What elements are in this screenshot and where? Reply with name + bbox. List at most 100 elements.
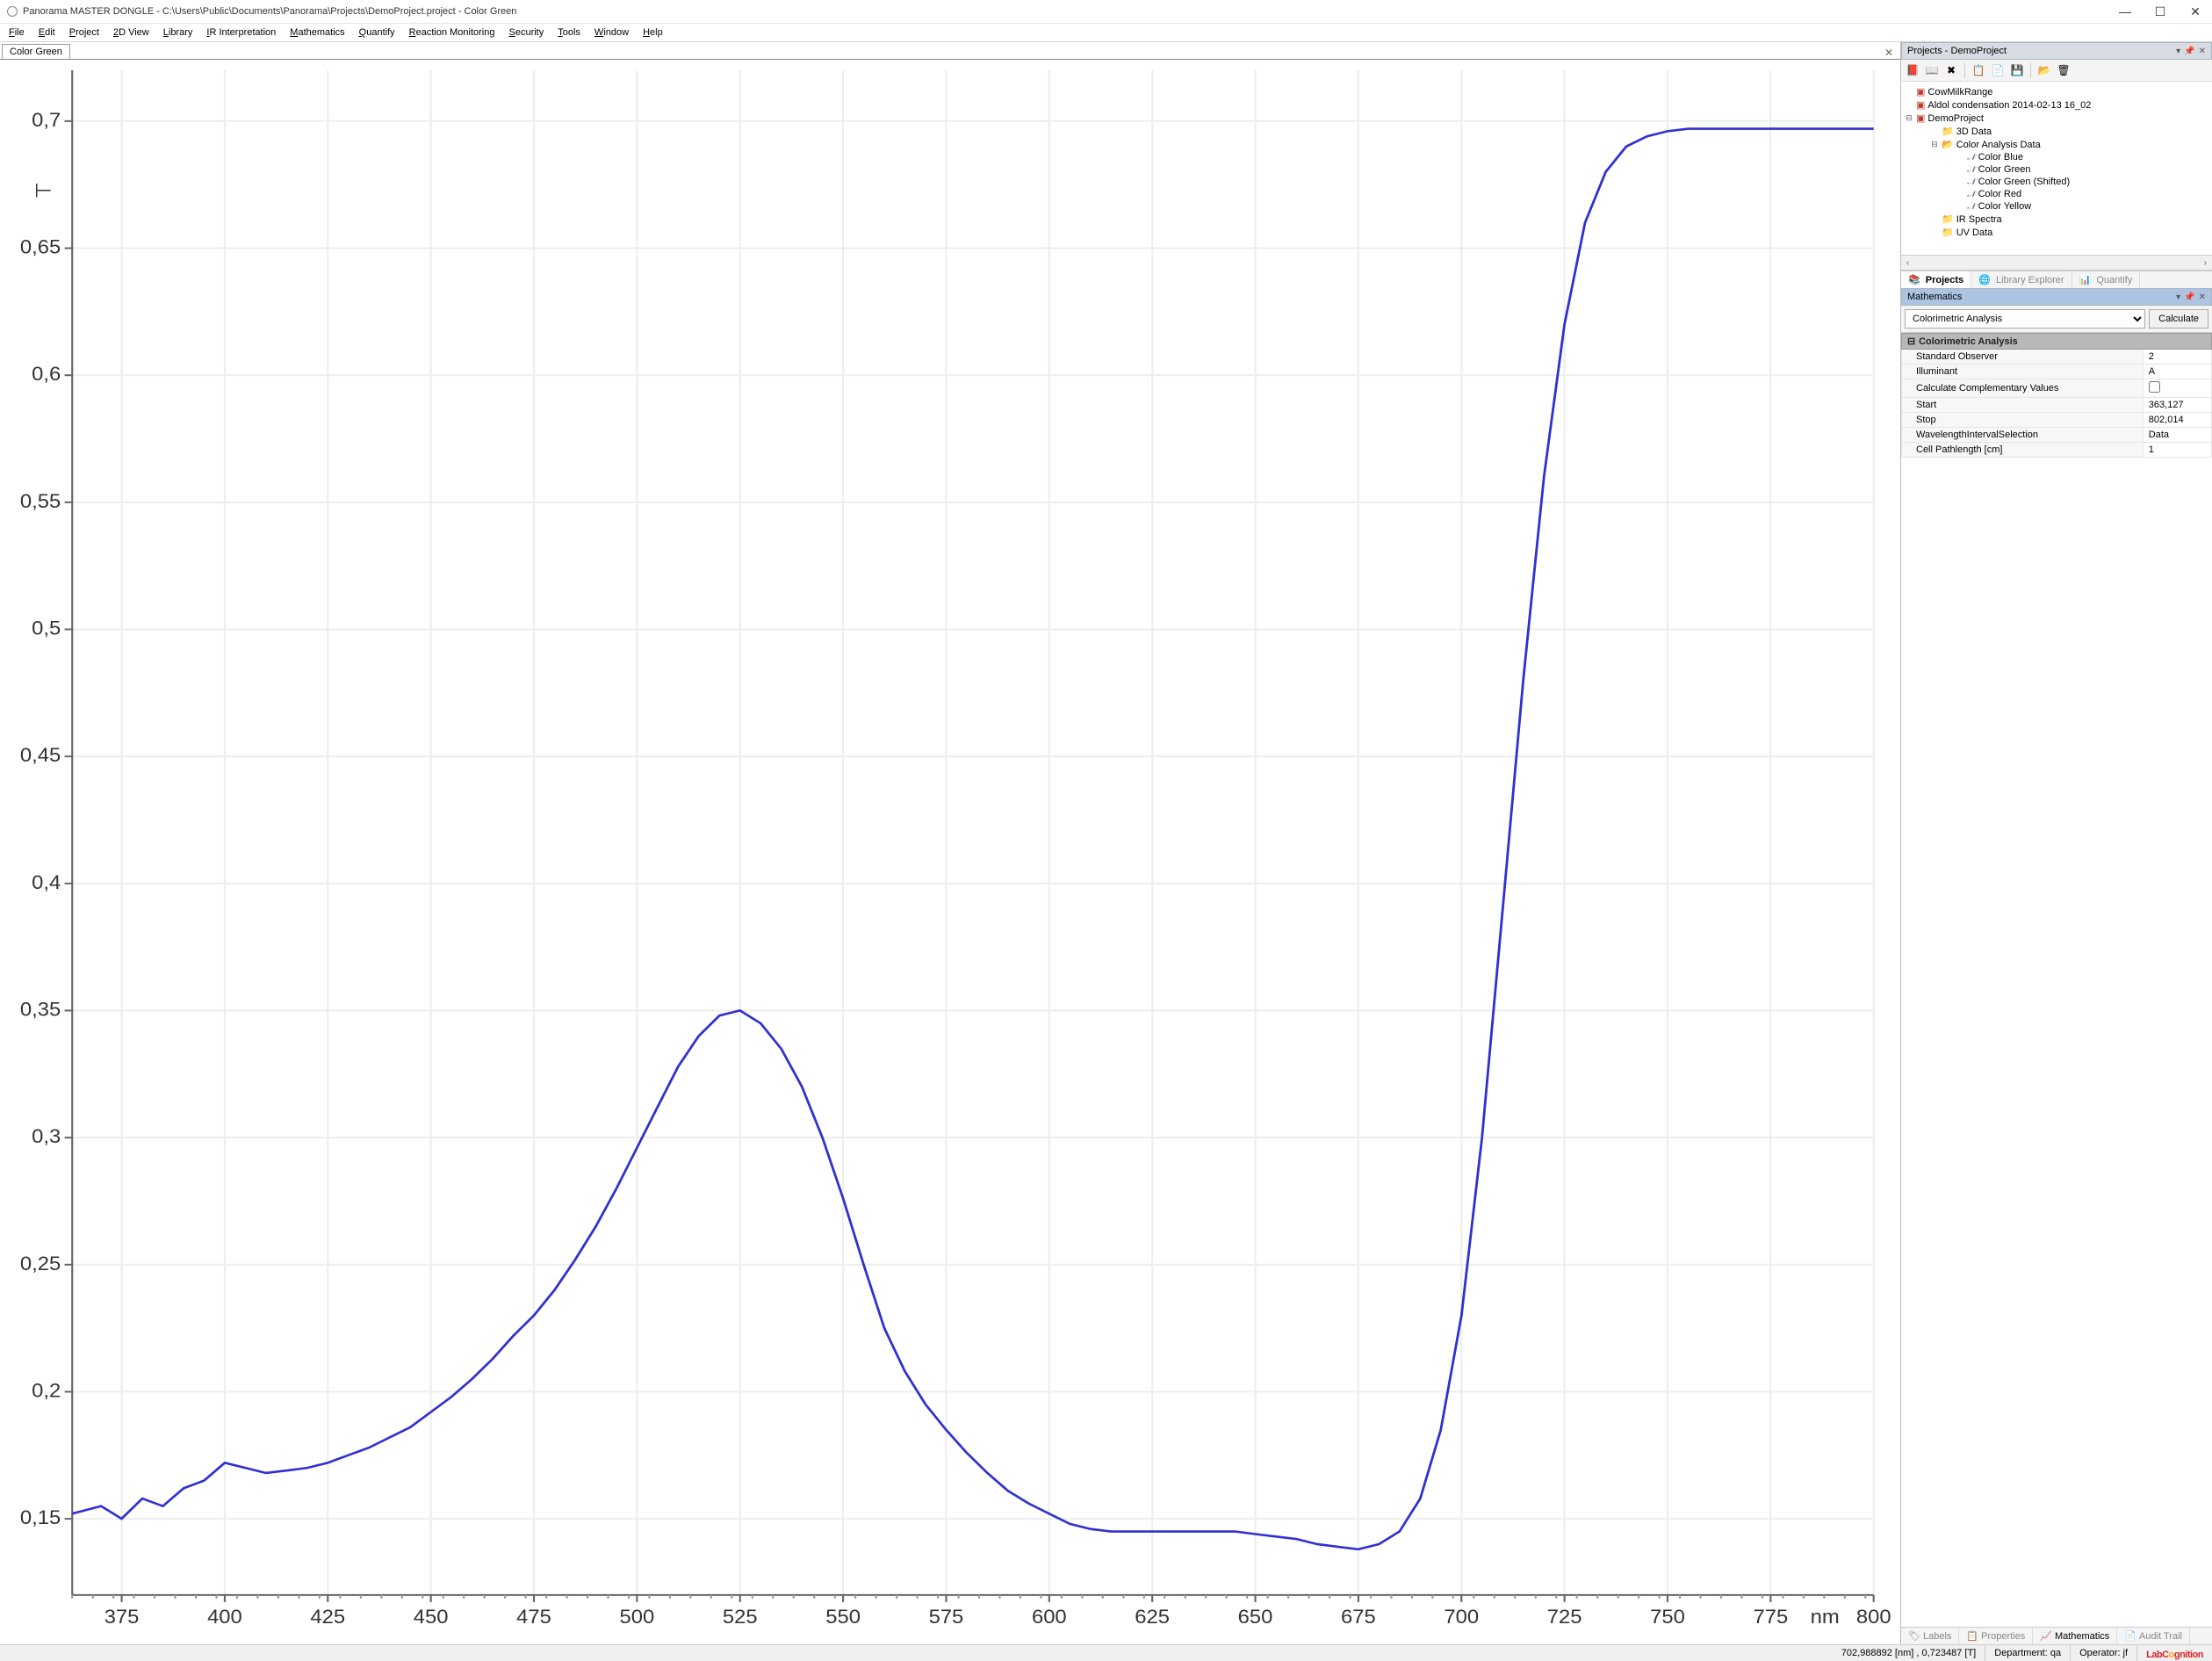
svg-text:600: 600 <box>1032 1606 1067 1628</box>
projects-toolbar: 📕 📖 ✖ 📋 📄 💾 📂 🗑 <box>1901 60 2212 82</box>
tree-item[interactable]: 📂 Color Analysis Data <box>1930 138 2070 151</box>
prop-value[interactable]: A <box>2143 365 2211 379</box>
mathematics-panel-header: Mathematics ▾ 📌 ✕ <box>1901 288 2212 306</box>
panel-close-icon[interactable]: ✕ <box>2199 47 2206 56</box>
document-tab[interactable]: Color Green <box>2 44 70 59</box>
projects-panel-title: Projects - DemoProject <box>1907 46 2007 56</box>
svg-text:800: 800 <box>1856 1606 1891 1628</box>
svg-text:0,3: 0,3 <box>32 1125 61 1147</box>
tree-item[interactable]: ▣ Aldol condensation 2014-02-13 16_02 <box>1905 98 2212 112</box>
prop-checkbox[interactable] <box>2149 381 2160 393</box>
calculate-button[interactable]: Calculate <box>2149 309 2208 329</box>
panel-dropdown-icon[interactable]: ▾ <box>2176 47 2180 56</box>
menu-library[interactable]: Library <box>163 27 193 38</box>
menu-security[interactable]: Security <box>508 27 544 38</box>
projects-tree[interactable]: ▣ CowMilkRange▣ Aldol condensation 2014-… <box>1901 82 2212 255</box>
open-folder-icon[interactable]: 📂 <box>2036 62 2052 78</box>
export-icon[interactable]: 💾 <box>2009 62 2025 78</box>
method-properties[interactable]: ⊟ Colorimetric Analysis Standard Observe… <box>1901 333 2212 1627</box>
delete-project-icon[interactable]: ✖ <box>1943 62 1959 78</box>
statusbar: 702,988892 [nm] , 0,723487 [T] Departmen… <box>0 1644 2212 1661</box>
brand-logo: LabCognition <box>2137 1646 2212 1661</box>
tab-audit-trail[interactable]: 📄 Audit Trail <box>2117 1628 2190 1644</box>
prop-name: Stop <box>1902 413 2144 428</box>
svg-text:525: 525 <box>723 1606 758 1628</box>
svg-text:775: 775 <box>1753 1606 1788 1628</box>
prop-name: Start <box>1902 398 2144 413</box>
menu-project[interactable]: Project <box>69 27 99 38</box>
menu-2d-view[interactable]: 2D View <box>113 27 149 38</box>
panel-pin-icon[interactable]: 📌 <box>2184 47 2194 56</box>
document-tabstrip: Color Green ✕ <box>0 42 1900 59</box>
tree-item[interactable]: 𝒩 Color Yellow <box>1956 200 2070 213</box>
tree-item[interactable]: ▣ DemoProject <box>1905 112 2212 125</box>
remove-folder-icon[interactable]: 🗑 <box>2056 62 2071 78</box>
menu-window[interactable]: Window <box>594 27 629 38</box>
scroll-right-icon[interactable]: › <box>2199 258 2212 268</box>
prop-value[interactable]: 1 <box>2143 443 2211 458</box>
tree-scrollbar[interactable]: ‹ › <box>1901 255 2212 271</box>
tree-item[interactable]: 𝒩 Color Green <box>1956 163 2070 176</box>
svg-text:700: 700 <box>1444 1606 1479 1628</box>
menu-quantify[interactable]: Quantify <box>359 27 395 38</box>
projects-tabbar: 📚 Projects 🌐 Library Explorer 📊 Quantify <box>1901 271 2212 288</box>
math-close-icon[interactable]: ✕ <box>2199 292 2206 302</box>
menu-edit[interactable]: Edit <box>39 27 55 38</box>
svg-text:750: 750 <box>1650 1606 1685 1628</box>
prop-value[interactable]: 363,127 <box>2143 398 2211 413</box>
projects-panel-header: Projects - DemoProject ▾ 📌 ✕ <box>1901 42 2212 60</box>
svg-text:550: 550 <box>825 1606 861 1628</box>
prop-name: Illuminant <box>1902 365 2144 379</box>
prop-value[interactable]: 2 <box>2143 350 2211 365</box>
svg-text:0,45: 0,45 <box>20 744 61 766</box>
minimize-button[interactable]: — <box>2115 4 2135 19</box>
prop-value[interactable] <box>2143 379 2211 398</box>
menubar: File Edit Project 2D View Library IR Interpre… <box>0 24 2212 42</box>
tree-item[interactable]: 𝒩 Color Green (Shifted) <box>1956 176 2070 188</box>
tree-item[interactable]: ▣ CowMilkRange <box>1905 85 2212 98</box>
svg-text:nm: nm <box>1811 1606 1840 1628</box>
menu-mathematics[interactable]: Mathematics <box>290 27 344 38</box>
prop-value[interactable]: 802,014 <box>2143 413 2211 428</box>
svg-text:0,25: 0,25 <box>20 1253 61 1275</box>
tree-item[interactable]: 📁 IR Spectra <box>1930 213 2070 226</box>
spectrum-chart[interactable]: 3754004254504755005255505756006256506757… <box>0 59 1900 1644</box>
svg-text:650: 650 <box>1238 1606 1273 1628</box>
tab-mathematics[interactable]: 📈 Mathematics <box>2033 1628 2117 1644</box>
mathematics-panel-title: Mathematics <box>1907 292 1962 302</box>
tree-item[interactable]: 𝒩 Color Blue <box>1956 151 2070 163</box>
tab-library-explorer[interactable]: 🌐 Library Explorer <box>1971 271 2071 288</box>
svg-text:375: 375 <box>104 1606 140 1628</box>
document-close-button[interactable]: ✕ <box>1879 47 1899 59</box>
close-button[interactable]: ✕ <box>2186 4 2205 19</box>
tab-projects[interactable]: 📚 Projects <box>1901 271 1971 288</box>
copy-icon[interactable]: 📋 <box>1971 62 1986 78</box>
math-dropdown-icon[interactable]: ▾ <box>2176 292 2180 302</box>
menu-help[interactable]: Help <box>643 27 663 38</box>
tree-item[interactable]: 𝒩 Color Red <box>1956 188 2070 200</box>
status-operator: Operator: jf <box>2071 1645 2137 1661</box>
menu-ir-interpretation[interactable]: IR Interpretation <box>206 27 276 38</box>
tab-labels[interactable]: 🏷 Labels <box>1901 1628 1959 1644</box>
svg-text:625: 625 <box>1135 1606 1170 1628</box>
paste-icon[interactable]: 📄 <box>1990 62 2006 78</box>
math-pin-icon[interactable]: 📌 <box>2184 292 2194 302</box>
tab-properties[interactable]: 📋 Properties <box>1959 1628 2033 1644</box>
svg-text:0,5: 0,5 <box>32 617 61 639</box>
maximize-button[interactable]: ☐ <box>2151 4 2170 19</box>
menu-tools[interactable]: Tools <box>558 27 580 38</box>
open-project-icon[interactable]: 📖 <box>1924 62 1940 78</box>
tab-quantify[interactable]: 📊 Quantify <box>2072 271 2141 288</box>
tree-item[interactable]: 📁 3D Data <box>1930 125 2070 138</box>
method-select[interactable]: Colorimetric Analysis <box>1905 309 2145 329</box>
svg-text:475: 475 <box>516 1606 551 1628</box>
prop-value[interactable]: Data <box>2143 428 2211 443</box>
menu-file[interactable]: File <box>9 27 25 38</box>
menu-reaction-monitoring[interactable]: Reaction Monitoring <box>409 27 495 38</box>
tree-item[interactable]: 📁 UV Data <box>1930 226 2070 239</box>
new-project-icon[interactable]: 📕 <box>1905 62 1920 78</box>
chart-pane: Color Green ✕ 37540042545047550052555057… <box>0 42 1901 1644</box>
window-icon <box>7 6 18 17</box>
scroll-left-icon[interactable]: ‹ <box>1901 258 1914 268</box>
svg-text:0,2: 0,2 <box>32 1379 61 1401</box>
